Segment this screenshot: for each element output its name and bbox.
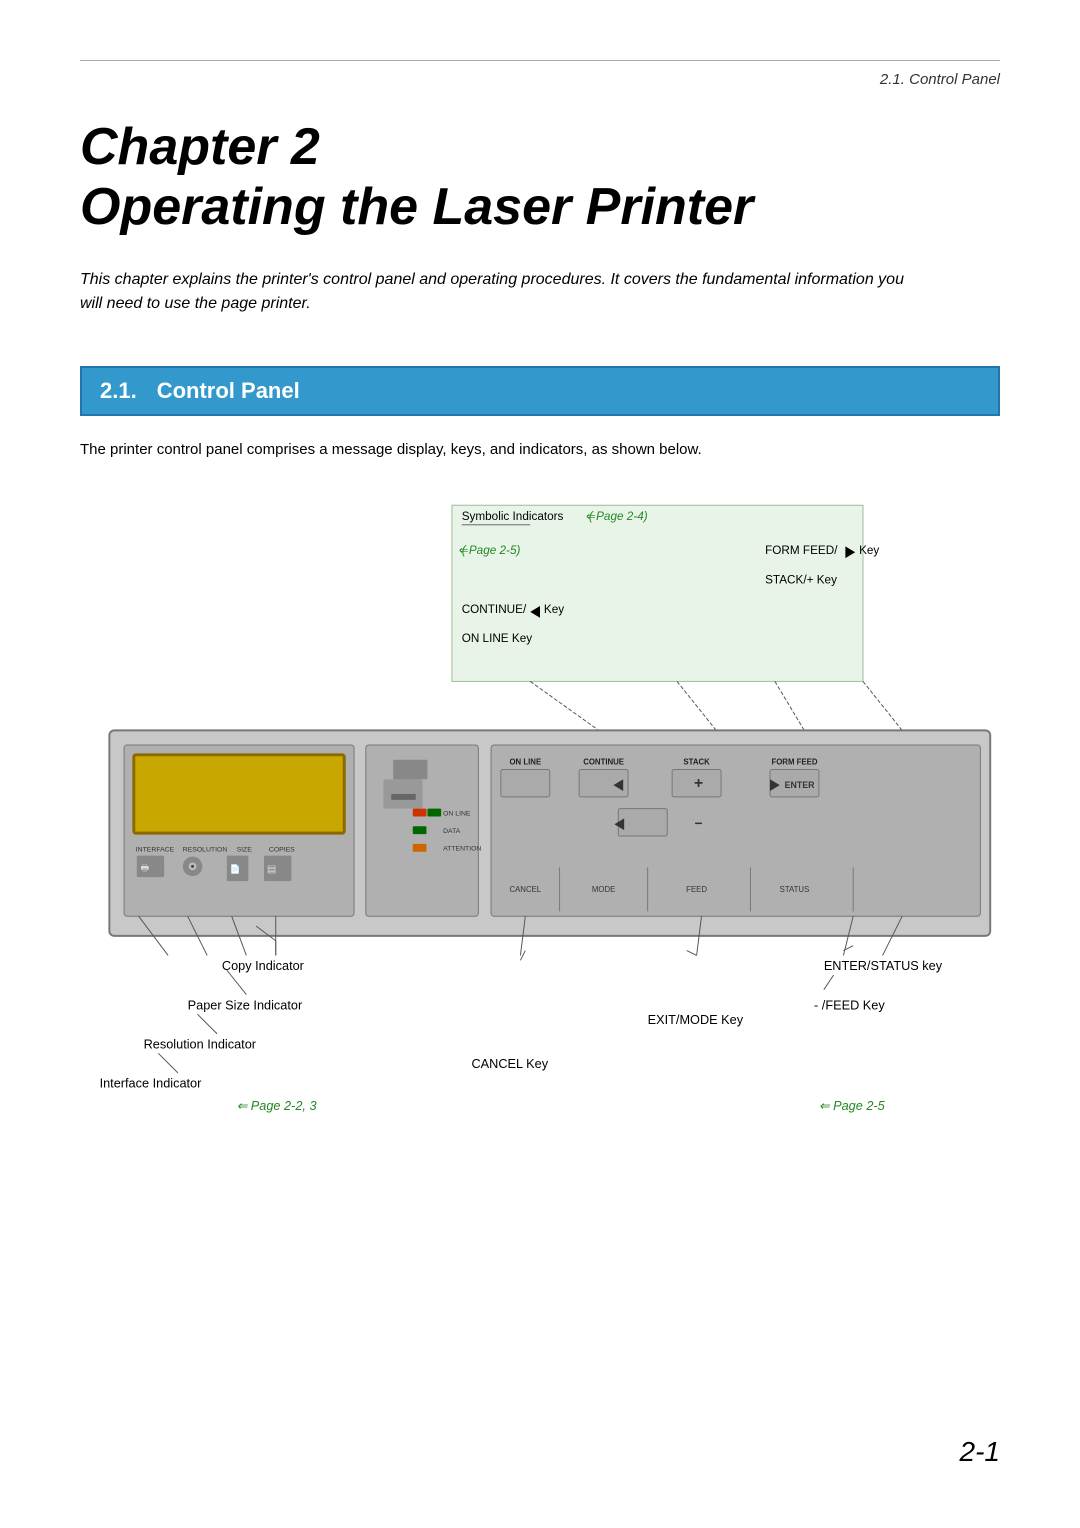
section-description: The printer control panel comprises a me… xyxy=(80,441,1000,458)
svg-text:ENTER/STATUS key: ENTER/STATUS key xyxy=(824,958,943,973)
svg-text:Key: Key xyxy=(544,602,564,615)
svg-text:Resolution Indicator: Resolution Indicator xyxy=(144,1036,257,1051)
svg-text:RESOLUTION: RESOLUTION xyxy=(183,846,228,853)
svg-text:⇐ Page 2-2, 3: ⇐ Page 2-2, 3 xyxy=(237,1098,317,1113)
chapter-intro: This chapter explains the printer's cont… xyxy=(80,268,930,316)
svg-text:⇐ Page 2-5: ⇐ Page 2-5 xyxy=(819,1098,886,1113)
symbolic-indicators-label: Symbolic Indicators xyxy=(462,510,564,523)
svg-text:FORM FEED: FORM FEED xyxy=(771,757,817,766)
header-section-ref: 2.1. Control Panel xyxy=(80,71,1000,88)
svg-text:FEED: FEED xyxy=(686,884,707,893)
svg-text:▤: ▤ xyxy=(267,864,276,875)
svg-text:+: + xyxy=(694,775,703,792)
header-divider xyxy=(80,60,1000,61)
svg-text:ATTENTION: ATTENTION xyxy=(443,845,481,852)
diagram-svg: Symbolic Indicators ( Page 2-4) ⇐ ( Page… xyxy=(80,488,1000,1188)
svg-text:Paper Size Indicator: Paper Size Indicator xyxy=(188,997,303,1012)
control-panel-diagram: Symbolic Indicators ( Page 2-4) ⇐ ( Page… xyxy=(80,488,1000,1188)
page-number: 2-1 xyxy=(960,1436,1000,1468)
chapter-title: Chapter 2 Operating the Laser Printer xyxy=(80,118,1000,238)
section-number: 2.1. xyxy=(100,378,137,404)
stack-plus-key-label: STACK/+ Key xyxy=(765,573,837,586)
svg-text:CONTINUE: CONTINUE xyxy=(583,757,624,766)
svg-text:Key: Key xyxy=(859,544,879,557)
svg-text:INTERFACE: INTERFACE xyxy=(136,846,175,853)
svg-text:📄: 📄 xyxy=(230,864,241,874)
svg-text:FORM FEED/: FORM FEED/ xyxy=(765,544,838,557)
section-header: 2.1. Control Panel xyxy=(80,366,1000,416)
svg-text:STACK: STACK xyxy=(683,757,710,766)
symbolic-indicators-ref: ( Page 2-4) xyxy=(589,510,648,523)
svg-text:CANCEL Key: CANCEL Key xyxy=(471,1056,548,1071)
svg-text:CONTINUE/: CONTINUE/ xyxy=(462,602,527,615)
svg-text:⇐: ⇐ xyxy=(586,510,596,523)
section-title: Control Panel xyxy=(157,378,300,404)
svg-text:- /FEED Key: - /FEED Key xyxy=(814,997,885,1012)
svg-text:COPIES: COPIES xyxy=(269,846,295,853)
svg-text:SIZE: SIZE xyxy=(237,846,253,853)
online-key-label: ON LINE Key xyxy=(462,632,533,645)
svg-text:−: − xyxy=(695,816,703,831)
svg-text:CANCEL: CANCEL xyxy=(509,884,541,893)
svg-text:🖶: 🖶 xyxy=(141,862,150,872)
svg-text:ENTER: ENTER xyxy=(785,780,815,790)
svg-text:ON LINE: ON LINE xyxy=(443,810,471,817)
svg-text:DATA: DATA xyxy=(443,828,461,835)
svg-text:STATUS: STATUS xyxy=(780,884,810,893)
svg-text:MODE: MODE xyxy=(592,884,615,893)
svg-text:⇐: ⇐ xyxy=(459,544,469,557)
svg-text:Copy Indicator: Copy Indicator xyxy=(222,958,305,973)
svg-text:EXIT/MODE Key: EXIT/MODE Key xyxy=(648,1012,744,1027)
svg-text:Interface Indicator: Interface Indicator xyxy=(100,1075,203,1090)
svg-text:( Page 2-5): ( Page 2-5) xyxy=(462,544,521,557)
svg-text:ON LINE: ON LINE xyxy=(509,757,541,766)
